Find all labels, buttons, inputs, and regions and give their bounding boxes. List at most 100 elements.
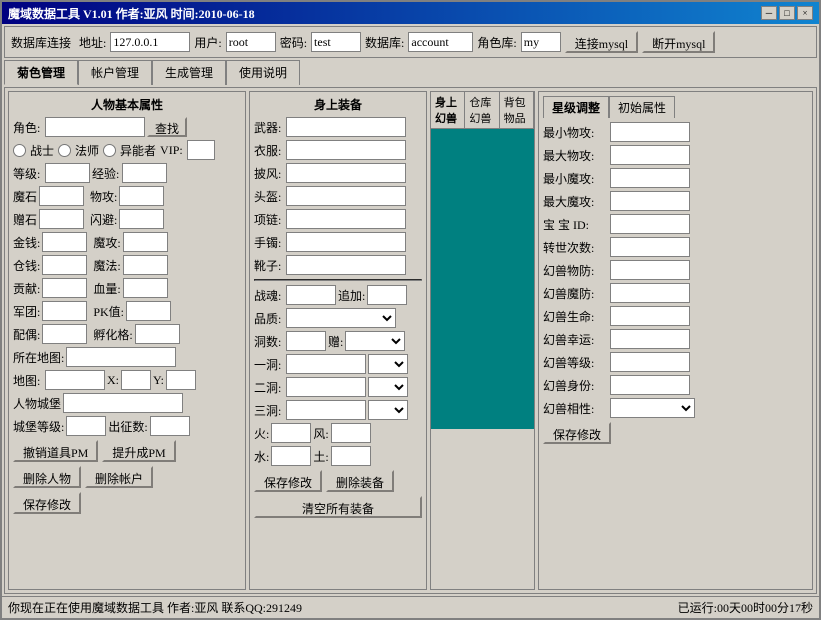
juntuan-input[interactable] — [42, 301, 87, 321]
tab-generate[interactable]: 生成管理 — [152, 60, 226, 85]
star-tab-init[interactable]: 初始属性 — [609, 96, 675, 118]
pk-input[interactable] — [126, 301, 171, 321]
bao-id-input[interactable] — [610, 214, 690, 234]
dong2-select[interactable] — [368, 377, 408, 397]
star-tab-adjust[interactable]: 星级调整 — [543, 96, 609, 118]
reborn-label: 转世次数: — [543, 239, 608, 256]
save-equip-button[interactable]: 保存修改 — [254, 470, 322, 492]
db-input[interactable] — [408, 32, 473, 52]
delete-equip-button[interactable]: 删除装备 — [326, 470, 394, 492]
cloak-input[interactable] — [286, 163, 406, 183]
tu-input[interactable] — [331, 446, 371, 466]
tab-account[interactable]: 帐户管理 — [78, 60, 152, 85]
feng-input[interactable] — [331, 423, 371, 443]
jinqian-input[interactable] — [42, 232, 87, 252]
dongshu-input[interactable] — [286, 331, 326, 351]
dong3-select[interactable] — [368, 400, 408, 420]
save-char-button[interactable]: 保存修改 — [13, 492, 81, 514]
user-input[interactable] — [226, 32, 276, 52]
right-sections: 身上幻兽 仓库幻兽 背包物品 星级调整 初始属性 最小物攻: — [430, 91, 813, 590]
peifei-input[interactable] — [42, 324, 87, 344]
helm-input[interactable] — [286, 186, 406, 206]
zhanhun-input[interactable] — [286, 285, 336, 305]
mons-magdef-input[interactable] — [610, 283, 690, 303]
gongxian-input[interactable] — [42, 278, 87, 298]
zengshi-shanbi-row: 赠石 闪避: — [13, 209, 241, 229]
mons-aff-select[interactable] — [610, 398, 695, 418]
mons-tab-bag[interactable]: 背包物品 — [500, 92, 534, 128]
city-level-row: 城堡等级: 出征数: — [13, 416, 241, 436]
mogong-input[interactable] — [123, 232, 168, 252]
necklace-input[interactable] — [286, 209, 406, 229]
cangqian-input[interactable] — [42, 255, 87, 275]
jinqian-mogong-row: 金钱: 魔攻: — [13, 232, 241, 252]
star-save-button[interactable]: 保存修改 — [543, 422, 611, 444]
city-level-input[interactable] — [66, 416, 106, 436]
mons-def-input[interactable] — [610, 260, 690, 280]
fuhua-input[interactable] — [135, 324, 180, 344]
add-input[interactable] — [367, 285, 407, 305]
tab-help[interactable]: 使用说明 — [226, 60, 300, 85]
disconnect-button[interactable]: 断开mysql — [642, 31, 715, 53]
somap-input[interactable] — [66, 347, 176, 367]
maximize-button[interactable]: □ — [779, 6, 795, 20]
tab-juse[interactable]: 菊色管理 — [4, 60, 78, 85]
exped-input[interactable] — [150, 416, 190, 436]
mofa-input[interactable] — [123, 255, 168, 275]
min-phy-input[interactable] — [610, 122, 690, 142]
clear-equip-button[interactable]: 清空所有装备 — [254, 496, 422, 518]
mons-identity-input[interactable] — [610, 375, 690, 395]
delete-account-button[interactable]: 删除帐户 — [85, 466, 153, 488]
mage-radio[interactable] — [58, 144, 71, 157]
mons-level-input[interactable] — [610, 352, 690, 372]
vip-input[interactable] — [187, 140, 215, 160]
reborn-input[interactable] — [610, 237, 690, 257]
shui-input[interactable] — [271, 446, 311, 466]
max-mag-input[interactable] — [610, 191, 690, 211]
db-label: 数据库: — [365, 34, 404, 51]
mons-tab-warehouse[interactable]: 仓库幻兽 — [465, 92, 499, 128]
dong3-input[interactable] — [286, 400, 366, 420]
x-input[interactable] — [121, 370, 151, 390]
zeng-select[interactable] — [345, 331, 405, 351]
psychic-radio[interactable] — [103, 144, 116, 157]
y-input[interactable] — [166, 370, 196, 390]
level-input[interactable] — [45, 163, 90, 183]
moshi-input[interactable] — [39, 186, 84, 206]
role-input[interactable] — [521, 32, 561, 52]
dong1-select[interactable] — [368, 354, 408, 374]
mons-lucky-input[interactable] — [610, 329, 690, 349]
xue-input[interactable] — [123, 278, 168, 298]
search-button[interactable]: 查找 — [147, 117, 187, 137]
revoke-pm-button[interactable]: 撤销道具PM — [13, 440, 98, 462]
map-name-input[interactable] — [45, 370, 105, 390]
promote-pm-button[interactable]: 提升成PM — [102, 440, 175, 462]
zengshi-input[interactable] — [39, 209, 84, 229]
mons-hp-input[interactable] — [610, 306, 690, 326]
min-mag-input[interactable] — [610, 168, 690, 188]
dong1-input[interactable] — [286, 354, 366, 374]
connect-button[interactable]: 连接mysql — [565, 31, 638, 53]
warrior-radio[interactable] — [13, 144, 26, 157]
role-input2[interactable] — [45, 117, 145, 137]
city-input[interactable] — [63, 393, 183, 413]
minimize-button[interactable]: ─ — [761, 6, 777, 20]
boots-input[interactable] — [286, 255, 406, 275]
wugong-input[interactable] — [119, 186, 164, 206]
bracelet-input[interactable] — [286, 232, 406, 252]
weapon-input[interactable] — [286, 117, 406, 137]
clothes-input[interactable] — [286, 140, 406, 160]
close-button[interactable]: × — [797, 6, 813, 20]
delete-char-button[interactable]: 删除人物 — [13, 466, 81, 488]
pass-input[interactable] — [311, 32, 361, 52]
address-input[interactable] — [110, 32, 190, 52]
pinzhi-select[interactable] — [286, 308, 396, 328]
exp-input[interactable] — [122, 163, 167, 183]
mons-aff-row: 幻兽相性: — [543, 398, 808, 418]
shanbi-input[interactable] — [119, 209, 164, 229]
huo-input[interactable] — [271, 423, 311, 443]
mons-tab-body[interactable]: 身上幻兽 — [431, 92, 465, 128]
helm-label: 头盔: — [254, 188, 284, 205]
dong2-input[interactable] — [286, 377, 366, 397]
max-phy-input[interactable] — [610, 145, 690, 165]
